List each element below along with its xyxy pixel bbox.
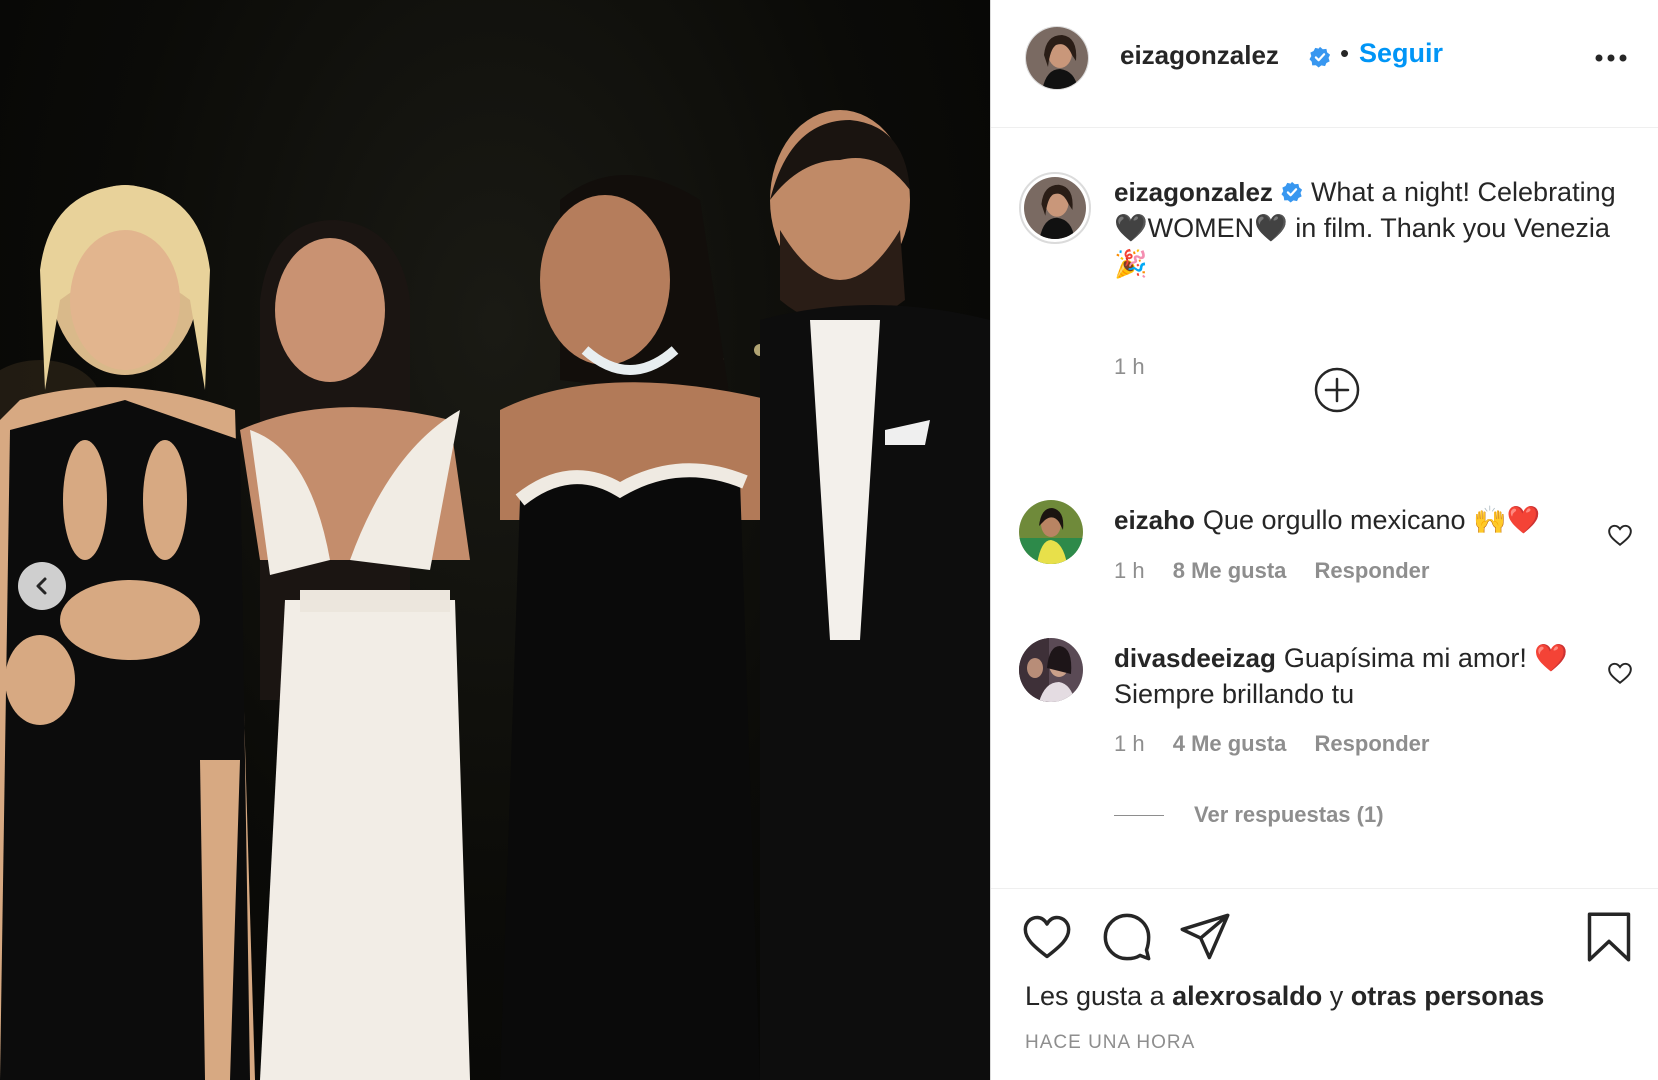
likes-others[interactable]: otras personas [1351,981,1545,1011]
comment-meta: 1 h 4 Me gusta Responder [1114,731,1451,757]
avatar-image [1024,177,1086,239]
caption-avatar[interactable] [1019,172,1091,244]
post-photo[interactable] [0,0,990,1080]
heart-icon[interactable] [1607,522,1633,548]
comment-likes[interactable]: 8 Me gusta [1173,558,1287,583]
comment-reply-button[interactable]: Responder [1315,558,1430,583]
person-2 [240,220,470,1080]
comments-section: eizagonzalez What a night! Celebrating 🖤… [991,128,1658,888]
comment-username[interactable]: eizaho [1114,505,1195,535]
separator-dot: • [1340,38,1350,68]
commenter-avatar[interactable] [1019,638,1083,702]
likes-connector: y [1329,981,1344,1011]
person-3 [500,175,780,1080]
post-side-panel: eizagonzalez • Seguir eizagonzalez What … [990,0,1658,1080]
comment-text-block: eizaho Que orgullo mexicano 🙌❤️ [1114,502,1594,538]
comment-icon[interactable] [1101,911,1153,963]
comment-meta: 1 h 8 Me gusta Responder [1114,558,1451,584]
caption-text-block: eizagonzalez What a night! Celebrating 🖤… [1114,174,1634,282]
liker-username[interactable]: alexrosaldo [1172,981,1322,1011]
caption-username[interactable]: eizagonzalez [1114,177,1273,207]
photo-scene [0,110,990,1080]
author-username[interactable]: eizagonzalez [1120,40,1279,71]
save-icon[interactable] [1583,911,1635,963]
comment-time[interactable]: 1 h [1114,731,1145,756]
post-actions: Les gusta a alexrosaldo y otras personas… [991,888,1658,1080]
avatar-image [1019,638,1083,702]
replies-divider [1114,814,1164,816]
post-timestamp[interactable]: HACE UNA HORA [1025,1032,1195,1054]
carousel-prev-button[interactable] [18,562,66,610]
more-options-icon [1595,54,1627,62]
load-more-comments-button[interactable] [1313,366,1361,414]
comment-reply-button[interactable]: Responder [1315,731,1430,756]
verified-badge-icon [1281,181,1303,203]
person-1 [0,185,255,1080]
heart-icon[interactable] [1607,660,1633,686]
heart-icon[interactable] [1021,911,1073,963]
author-avatar[interactable] [1025,26,1089,90]
caption-time[interactable]: 1 h [1114,354,1145,380]
more-options-button[interactable] [1591,40,1631,76]
view-replies-button[interactable]: Ver respuestas (1) [1114,802,1384,828]
comment-body: Que orgullo mexicano 🙌❤️ [1202,505,1541,535]
share-icon[interactable] [1179,911,1231,963]
chevron-left-icon [36,577,47,595]
follow-button[interactable]: Seguir [1359,38,1443,69]
person-4 [760,110,990,1080]
likes-summary: Les gusta a alexrosaldo y otras personas [1025,981,1544,1012]
likes-prefix: Les gusta a [1025,981,1165,1011]
comment-username[interactable]: divasdeeizag [1114,643,1276,673]
add-circle-icon [1314,367,1360,413]
post-header: eizagonzalez • Seguir [991,0,1658,128]
view-replies-label: Ver respuestas (1) [1194,802,1384,827]
avatar-image [1019,500,1083,564]
avatar-image [1026,27,1088,89]
comment-text-block: divasdeeizag Guapísima mi amor! ❤️ Siempr… [1114,640,1594,712]
commenter-avatar[interactable] [1019,500,1083,564]
comment-time[interactable]: 1 h [1114,558,1145,583]
comment-likes[interactable]: 4 Me gusta [1173,731,1287,756]
verified-badge-icon [1309,46,1331,68]
